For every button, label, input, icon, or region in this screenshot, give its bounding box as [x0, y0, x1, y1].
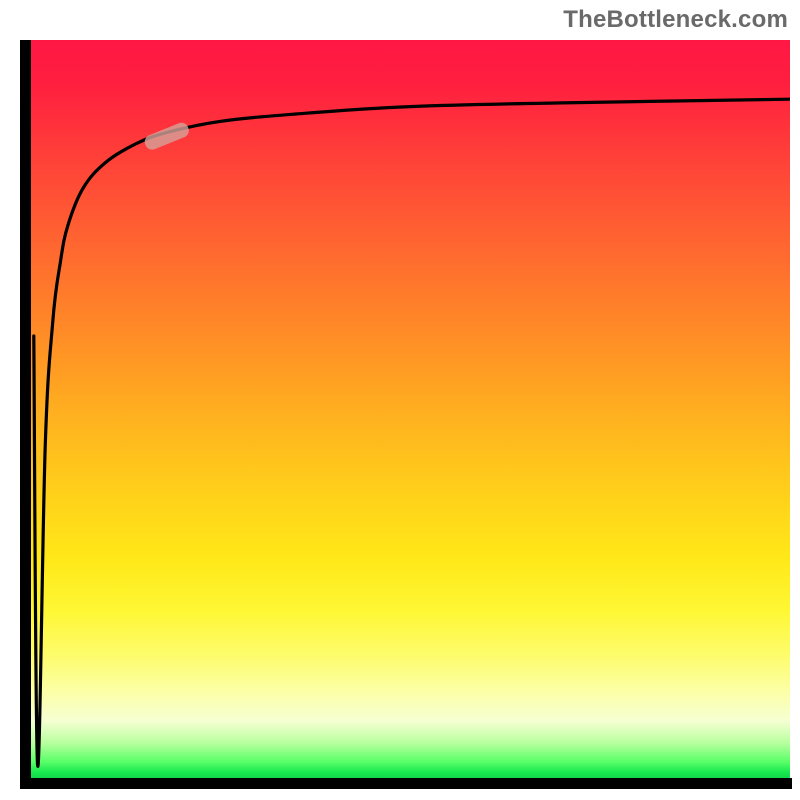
chart-stage: TheBottleneck.com — [0, 0, 800, 800]
x-axis — [20, 778, 792, 789]
curve-layer — [30, 40, 790, 780]
highlight-slug-shape — [143, 121, 191, 152]
plot-area — [30, 40, 790, 780]
y-axis — [20, 40, 31, 788]
attribution-text: TheBottleneck.com — [563, 6, 788, 34]
highlight-slug — [143, 121, 191, 152]
percentage-curve — [34, 99, 790, 766]
